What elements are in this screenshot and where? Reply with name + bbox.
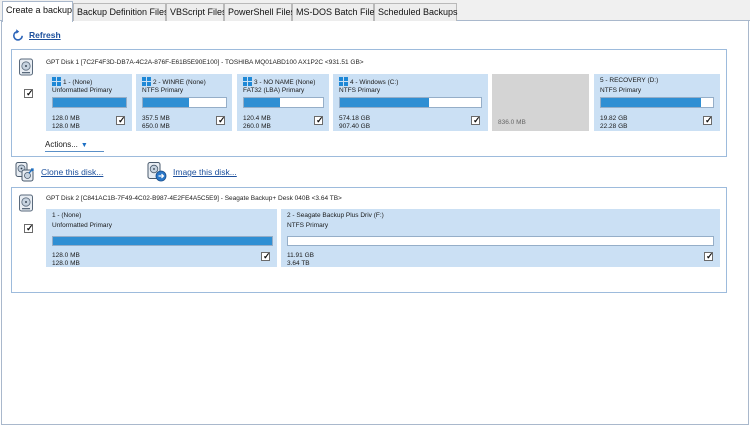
actions-underline xyxy=(45,151,104,152)
partition-usage-bar xyxy=(142,97,227,108)
image-disk-icon xyxy=(147,162,167,182)
clone-disk-link[interactable]: Clone this disk... xyxy=(15,162,103,182)
partition-used: 11.91 GB xyxy=(287,252,314,259)
windows-logo-icon xyxy=(142,77,151,86)
checkmark-icon: ✓ xyxy=(26,88,34,98)
actions-label: Actions... xyxy=(45,140,78,149)
partition-total: 3.64 TB xyxy=(287,260,310,267)
partition-usage-bar xyxy=(287,236,714,246)
tab-powershell-files[interactable]: PowerShell Files xyxy=(224,3,295,21)
partition-total: 22.28 GB xyxy=(600,123,628,130)
checkmark-icon: ✓ xyxy=(473,115,481,125)
partition-usage-bar xyxy=(52,97,127,108)
partition-used: 128.0 MB xyxy=(52,252,80,259)
partition-usage-fill xyxy=(143,98,189,107)
partition-used: 128.0 MB xyxy=(52,115,80,122)
disk-1-partition-3[interactable]: 3 - NO NAME (None) FAT32 (LBA) Primary 1… xyxy=(237,74,329,131)
partition-checkbox[interactable]: ✓ xyxy=(471,115,481,125)
checkmark-icon: ✓ xyxy=(263,251,271,261)
disk-1-title: GPT Disk 1 [7C2F4F3D-DB7A-4C2A-876F-E61B… xyxy=(46,59,364,66)
disk-2-panel: GPT Disk 2 [C841AC1B-7F49-4C02-B987-4E2F… xyxy=(11,187,727,293)
checkmark-icon: ✓ xyxy=(316,115,324,125)
refresh-button[interactable]: Refresh xyxy=(12,28,61,42)
partition-checkbox[interactable]: ✓ xyxy=(704,251,714,261)
tab-scheduled-backups[interactable]: Scheduled Backups xyxy=(374,3,458,21)
hard-disk-icon xyxy=(19,58,33,76)
image-disk-link[interactable]: Image this disk... xyxy=(147,162,237,182)
partition-checkbox[interactable]: ✓ xyxy=(261,251,271,261)
partition-total: 907.40 GB xyxy=(339,123,371,130)
refresh-label: Refresh xyxy=(29,30,61,40)
disk-1-partition-2[interactable]: 2 - WINRE (None) NTFS Primary 357.5 MB 6… xyxy=(136,74,232,131)
partition-name: 1 - (None) xyxy=(52,77,92,86)
partition-checkbox[interactable]: ✓ xyxy=(703,115,713,125)
partition-usage-fill xyxy=(340,98,429,107)
tab-vbscript-files[interactable]: VBScript Files xyxy=(166,3,227,21)
disk-1-panel: GPT Disk 1 [7C2F4F3D-DB7A-4C2A-876F-E61B… xyxy=(11,49,727,157)
windows-logo-icon xyxy=(243,77,252,86)
partition-name: 4 - Windows (C:) xyxy=(339,77,398,86)
windows-logo-icon xyxy=(339,77,348,86)
partition-checkbox[interactable]: ✓ xyxy=(216,115,226,125)
partition-usage-bar xyxy=(339,97,482,108)
tab-create-backup[interactable]: Create a backup xyxy=(2,1,73,22)
refresh-icon xyxy=(13,28,23,41)
disk-1-checkbox[interactable]: ✓ xyxy=(24,88,34,98)
partition-name: 2 - Seagate Backup Plus Driv (F:) xyxy=(287,212,384,219)
partition-used: 120.4 MB xyxy=(243,115,271,122)
partition-name: 2 - WINRE (None) xyxy=(142,77,206,86)
partition-type: NTFS Primary xyxy=(600,87,642,94)
windows-logo-icon xyxy=(52,77,61,86)
checkmark-icon: ✓ xyxy=(26,223,34,233)
tab-backup-definition-files[interactable]: Backup Definition Files xyxy=(73,3,169,21)
partition-type: NTFS Primary xyxy=(287,222,329,229)
partition-checkbox[interactable]: ✓ xyxy=(116,115,126,125)
partition-used: 574.18 GB xyxy=(339,115,371,122)
partition-usage-bar xyxy=(600,97,714,108)
partition-usage-bar xyxy=(52,236,273,246)
partition-usage-fill xyxy=(53,237,272,245)
actions-dropdown[interactable]: Actions... ▼ xyxy=(45,140,88,149)
partition-usage-fill xyxy=(244,98,281,107)
disk-1-partition-1[interactable]: 1 - (None) Unformatted Primary 128.0 MB … xyxy=(46,74,132,131)
partition-used: 19.82 GB xyxy=(600,115,628,122)
disk-2-checkbox[interactable]: ✓ xyxy=(24,223,34,233)
partition-type: Unformatted Primary xyxy=(52,222,112,229)
disk-1-partition-5[interactable]: 5 - RECOVERY (D:) NTFS Primary 19.82 GB … xyxy=(594,74,720,131)
disk-2-title: GPT Disk 2 [C841AC1B-7F49-4C02-B987-4E2F… xyxy=(46,195,342,202)
partition-type: Unformatted Primary xyxy=(52,87,112,94)
partition-type: NTFS Primary xyxy=(142,87,184,94)
clone-disk-icon xyxy=(15,162,34,182)
partition-total: 128.0 MB xyxy=(52,260,80,267)
partition-type: FAT32 (LBA) Primary xyxy=(243,87,305,94)
partition-name: 3 - NO NAME (None) xyxy=(243,77,315,86)
partition-usage-fill xyxy=(53,98,126,107)
clone-disk-label: Clone this disk... xyxy=(41,167,104,177)
partition-total: 650.0 MB xyxy=(142,123,170,130)
unallocated-size: 836.0 MB xyxy=(498,119,526,126)
partition-checkbox[interactable]: ✓ xyxy=(314,115,324,125)
disk-2-partition-1[interactable]: 1 - (None) Unformatted Primary 128.0 MB … xyxy=(46,209,277,267)
partition-used: 357.5 MB xyxy=(142,115,170,122)
partition-total: 260.0 MB xyxy=(243,123,271,130)
checkmark-icon: ✓ xyxy=(118,115,126,125)
disk-2-partition-2[interactable]: 2 - Seagate Backup Plus Driv (F:) NTFS P… xyxy=(281,209,720,267)
disk-1-partition-4[interactable]: 4 - Windows (C:) NTFS Primary 574.18 GB … xyxy=(333,74,488,131)
checkmark-icon: ✓ xyxy=(218,115,226,125)
partition-usage-fill xyxy=(601,98,701,107)
chevron-down-icon: ▼ xyxy=(80,142,88,149)
checkmark-icon: ✓ xyxy=(706,251,714,261)
partition-usage-bar xyxy=(243,97,324,108)
checkmark-icon: ✓ xyxy=(705,115,713,125)
disk-1-unallocated-space: 836.0 MB xyxy=(492,74,589,131)
image-disk-label: Image this disk... xyxy=(173,167,237,177)
partition-name: 5 - RECOVERY (D:) xyxy=(600,77,659,84)
tab-msdos-batch-files[interactable]: MS-DOS Batch Files xyxy=(292,3,379,21)
partition-name: 1 - (None) xyxy=(52,212,82,219)
partition-type: NTFS Primary xyxy=(339,87,381,94)
tab-bar: Create a backup Backup Definition Files … xyxy=(0,0,750,22)
hard-disk-icon xyxy=(19,194,33,212)
partition-total: 128.0 MB xyxy=(52,123,80,130)
